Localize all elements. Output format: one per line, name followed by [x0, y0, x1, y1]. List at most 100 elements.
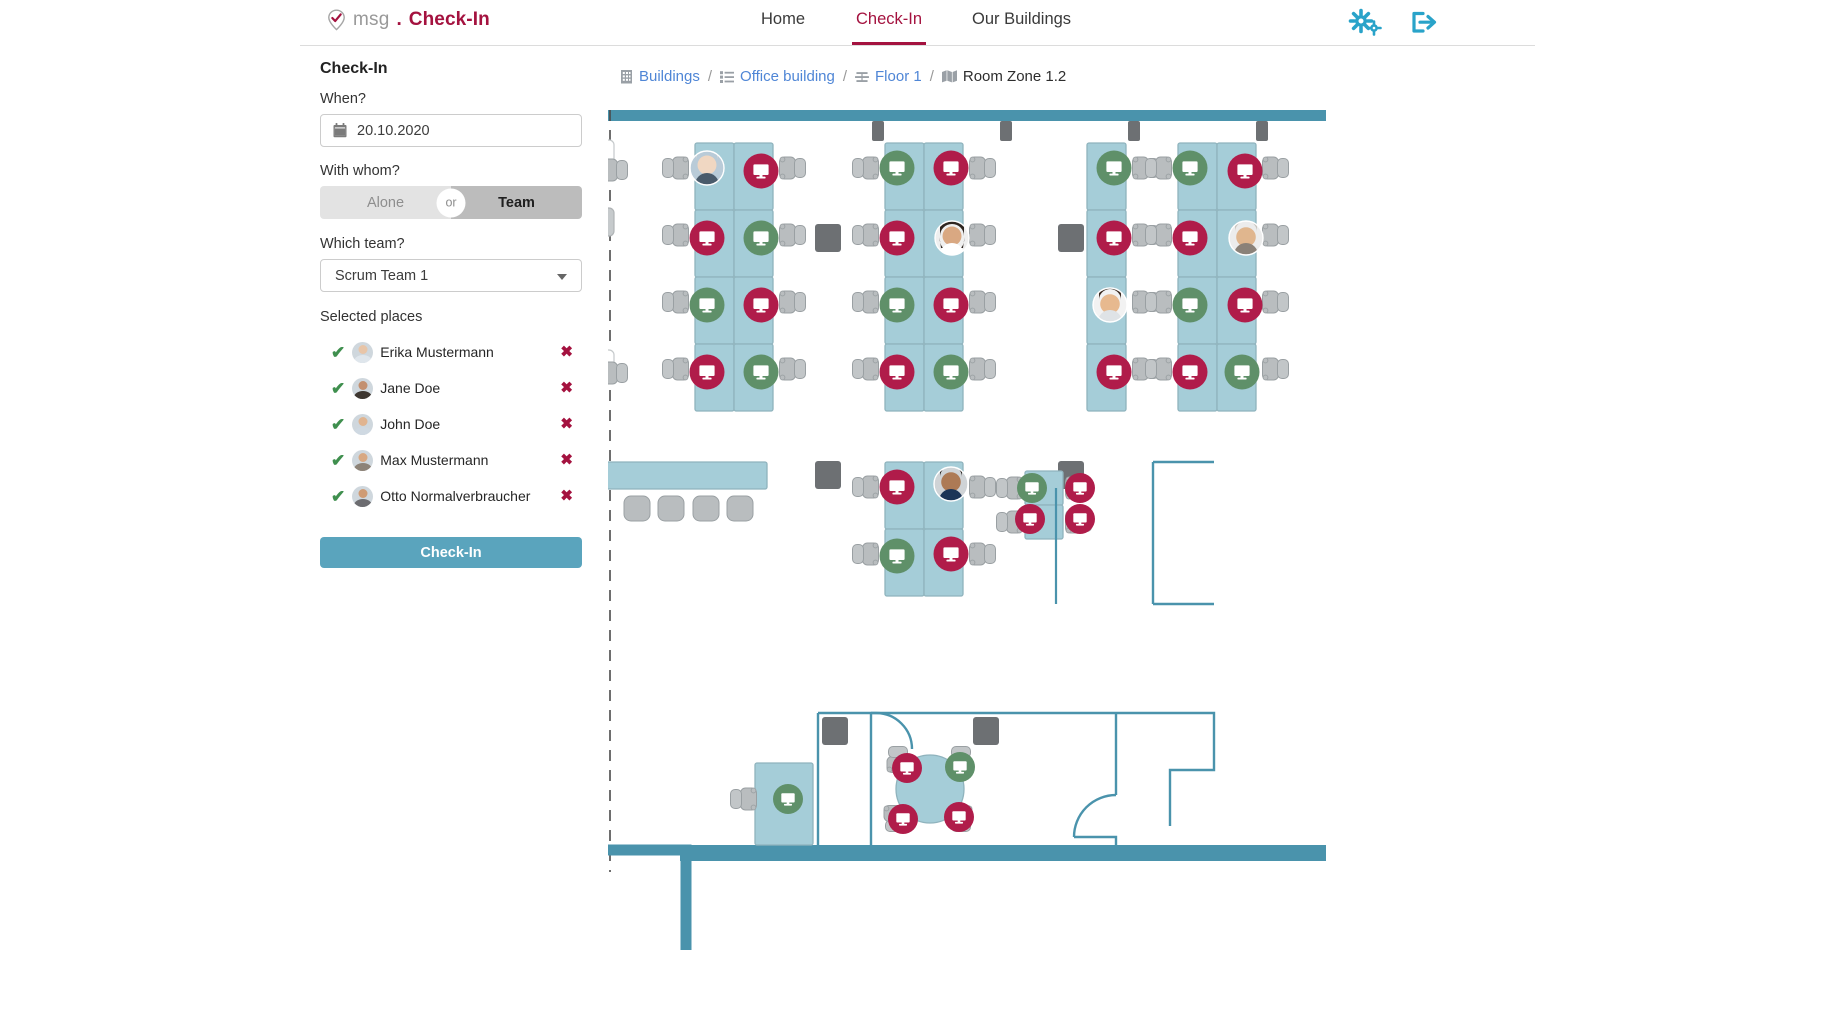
breadcrumb-item-office-building[interactable]: Office building	[720, 68, 835, 85]
with-whom-toggle[interactable]: Alone Team or	[320, 186, 582, 219]
avatar	[352, 486, 373, 507]
desk-cluster-a[interactable]	[663, 143, 806, 411]
seat-badge-occupied[interactable]	[690, 221, 725, 256]
date-value: 20.10.2020	[357, 123, 430, 139]
toggle-option-team[interactable]: Team	[451, 186, 582, 219]
breadcrumb-label: Floor 1	[875, 68, 922, 85]
team-select[interactable]: Scrum Team 1	[320, 259, 582, 292]
nav-item-check-in[interactable]: Check-In	[852, 10, 926, 45]
breadcrumb-item-room-zone: Room Zone 1.2	[942, 68, 1066, 85]
breadcrumb-item-floor[interactable]: Floor 1	[855, 68, 922, 85]
avatar	[352, 378, 373, 399]
seat-badge-occupied[interactable]	[944, 802, 974, 832]
seat-badge-occupied[interactable]	[892, 753, 922, 783]
list-item[interactable]: ✔ Otto Normalverbraucher ✖	[320, 478, 582, 514]
wall-lower-left	[608, 850, 686, 950]
seat-badge-occupied[interactable]	[880, 470, 915, 505]
desk-cluster-right-small[interactable]	[997, 471, 1096, 539]
seat-badge-free[interactable]	[1097, 151, 1132, 186]
desk-cluster-d[interactable]	[1146, 143, 1289, 411]
check-in-submit-button[interactable]: Check-In	[320, 537, 582, 568]
seat-badge-free[interactable]	[690, 288, 725, 323]
remove-place-button[interactable]: ✖	[560, 453, 573, 468]
wall-bottom-band	[680, 850, 1326, 861]
building-icon	[620, 69, 633, 84]
list-item[interactable]: ✔ John Doe ✖	[320, 406, 582, 442]
logout-button[interactable]	[1408, 6, 1442, 38]
list-item[interactable]: ✔ Erika Mustermann ✖	[320, 334, 582, 370]
chair-loose	[608, 159, 628, 181]
room-office-single	[731, 713, 913, 850]
seat-badge-free[interactable]	[773, 784, 803, 814]
seat-badge-free[interactable]	[744, 355, 779, 390]
seat-badge-occupied[interactable]	[1173, 221, 1208, 256]
desk-cluster-b[interactable]	[853, 143, 996, 411]
breadcrumb-separator: /	[708, 68, 712, 85]
remove-place-button[interactable]: ✖	[560, 489, 573, 504]
desk-cluster-middle[interactable]	[853, 461, 996, 596]
breadcrumb-item-buildings[interactable]: Buildings	[620, 68, 700, 85]
remove-place-button[interactable]: ✖	[560, 381, 573, 396]
list-item-label: Max Mustermann	[380, 452, 488, 468]
list-item[interactable]: ✔ Jane Doe ✖	[320, 370, 582, 406]
seat-badge-free[interactable]	[880, 539, 915, 574]
nav-item-home[interactable]: Home	[757, 10, 809, 42]
seat-badge-occupied[interactable]	[934, 537, 969, 572]
seat-badge-occupied[interactable]	[1097, 355, 1132, 390]
seat-badge-free[interactable]	[945, 752, 975, 782]
cabinet	[815, 461, 841, 489]
seat-badge-occupied[interactable]	[888, 804, 918, 834]
seat-badge-occupied[interactable]	[744, 288, 779, 323]
seat-badge-occupied[interactable]	[1228, 288, 1263, 323]
nav-divider	[300, 45, 1535, 46]
gear-icon	[1345, 6, 1385, 38]
meeting-table-long[interactable]	[608, 462, 767, 521]
checkin-sidebar: Check-In When? 20.10.2020 With whom? Alo…	[320, 60, 588, 568]
list-item-label: Otto Normalverbraucher	[380, 488, 530, 504]
list-item[interactable]: ✔ Max Mustermann ✖	[320, 442, 582, 478]
seat-badge-occupied[interactable]	[1097, 221, 1132, 256]
seat-badge-occupied[interactable]	[934, 151, 969, 186]
nav-item-our-buildings[interactable]: Our Buildings	[968, 10, 1075, 42]
floor-icon	[855, 70, 869, 84]
seat-badge-occupied[interactable]	[1015, 504, 1045, 534]
seat-badge-occupied[interactable]	[1228, 154, 1263, 189]
seat-badge-free[interactable]	[1225, 355, 1260, 390]
seat-badge-occupied[interactable]	[934, 288, 969, 323]
settings-button[interactable]	[1345, 6, 1385, 38]
list-item-label: Erika Mustermann	[380, 344, 494, 360]
check-icon: ✔	[331, 488, 345, 505]
avatar	[352, 342, 373, 363]
location-pin-check-icon	[327, 9, 346, 31]
seat-badge-free[interactable]	[880, 288, 915, 323]
seat-badge-occupied[interactable]	[1065, 473, 1095, 503]
seat-badge-occupied[interactable]	[690, 355, 725, 390]
which-team-label: Which team?	[320, 236, 588, 252]
selected-places-label: Selected places	[320, 309, 588, 325]
app-logo[interactable]: msg.Check-In	[327, 9, 490, 31]
seat-badge-free[interactable]	[1173, 288, 1208, 323]
seat-badge-free[interactable]	[744, 221, 779, 256]
seat-badge-free[interactable]	[1017, 473, 1047, 503]
brand-name-bold: Check-In	[409, 9, 490, 31]
floor-plan-svg[interactable]	[608, 110, 1468, 1020]
breadcrumb: Buildings / Office building / Floor 1 /	[620, 68, 1066, 85]
avatar	[352, 450, 373, 471]
seat-badge-free[interactable]	[1173, 151, 1208, 186]
seat-badge-occupied[interactable]	[1065, 504, 1095, 534]
seat-badge-free[interactable]	[880, 151, 915, 186]
check-icon: ✔	[331, 452, 345, 469]
floor-plan-canvas[interactable]	[608, 110, 1468, 1020]
remove-place-button[interactable]: ✖	[560, 345, 573, 360]
seat-badge-occupied[interactable]	[1173, 355, 1208, 390]
list-icon	[720, 70, 734, 84]
remove-place-button[interactable]: ✖	[560, 417, 573, 432]
list-item-label: John Doe	[380, 416, 440, 432]
toggle-option-alone[interactable]: Alone	[320, 186, 451, 219]
date-input[interactable]: 20.10.2020	[320, 114, 582, 147]
seat-badge-occupied[interactable]	[880, 221, 915, 256]
seat-badge-free[interactable]	[934, 355, 969, 390]
seat-badge-occupied[interactable]	[880, 355, 915, 390]
seat-badge-occupied[interactable]	[744, 154, 779, 189]
breadcrumb-label: Office building	[740, 68, 835, 85]
